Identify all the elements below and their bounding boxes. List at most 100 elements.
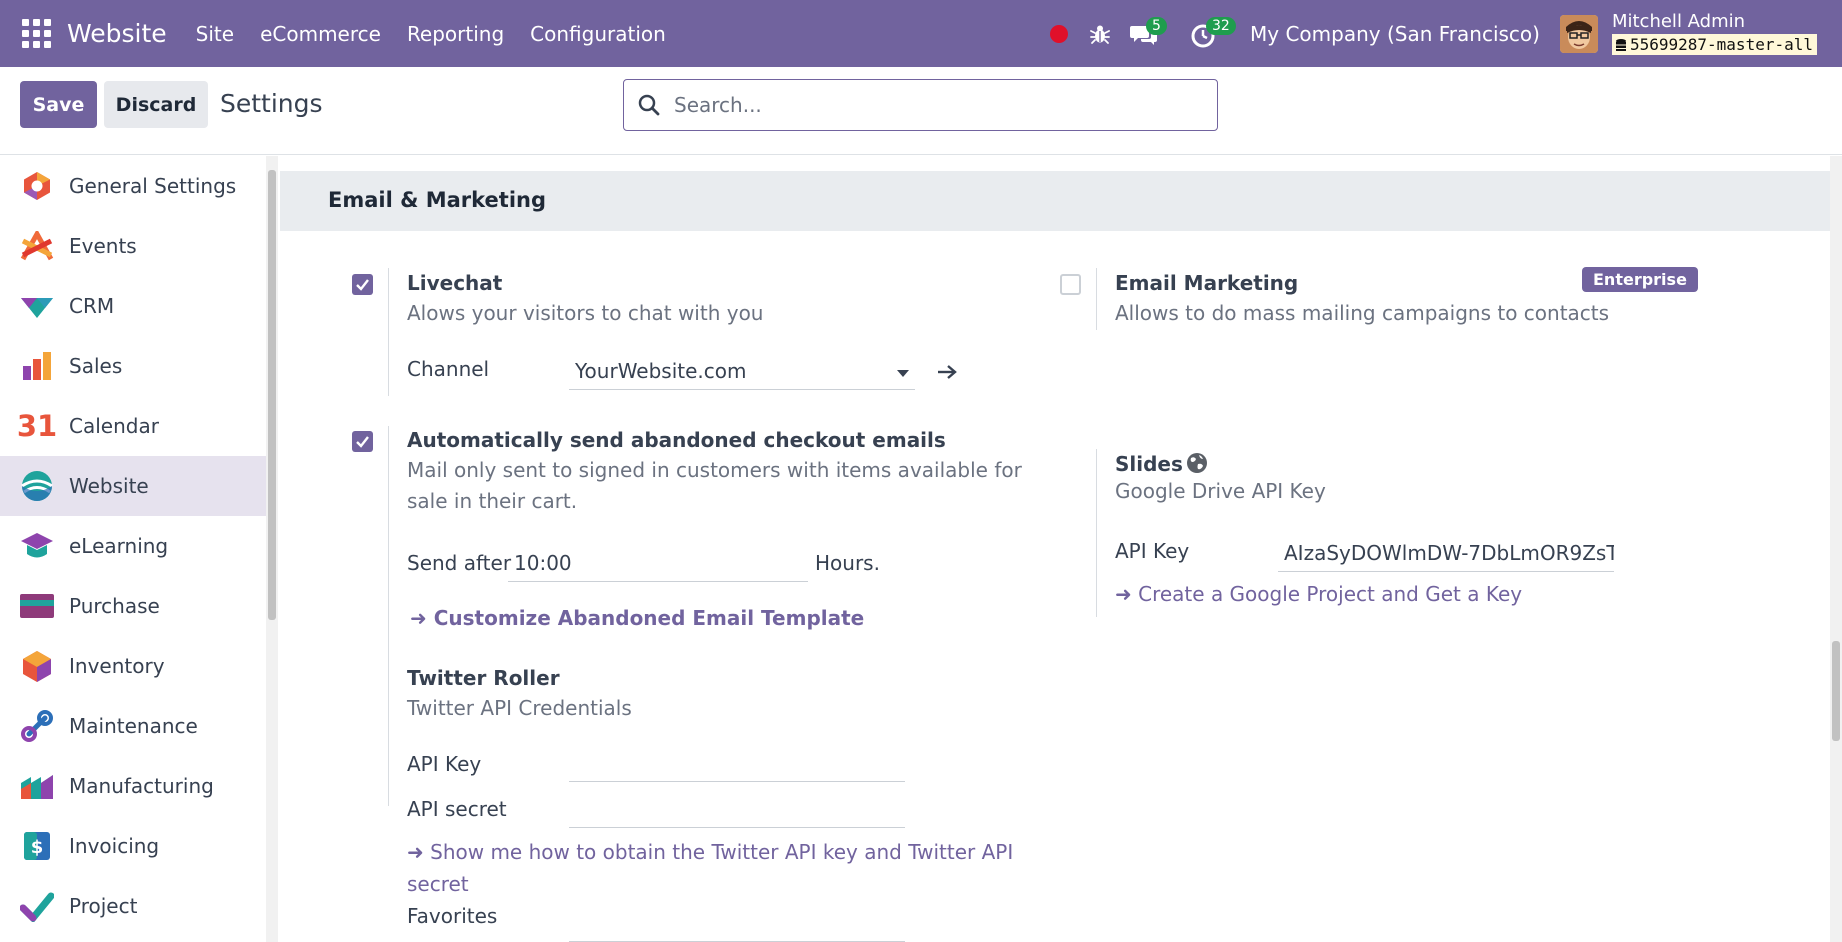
events-icon xyxy=(20,229,54,263)
setting-divider xyxy=(1096,268,1097,330)
twitter-api-secret-input[interactable] xyxy=(569,794,905,828)
sidebar-item-purchase[interactable]: Purchase xyxy=(0,576,266,636)
send-after-label: Send after xyxy=(407,551,512,575)
save-button[interactable]: Save xyxy=(20,81,97,128)
recording-indicator-icon[interactable] xyxy=(1050,24,1069,43)
twitter-api-key-input[interactable] xyxy=(569,748,905,782)
livechat-checkbox[interactable] xyxy=(352,274,373,295)
sidebar-item-invoicing[interactable]: $ Invoicing xyxy=(0,816,266,876)
menu-reporting[interactable]: Reporting xyxy=(407,22,504,46)
livechat-title: Livechat xyxy=(407,271,503,295)
top-navbar: Website Site eCommerce Reporting Configu… xyxy=(0,0,1842,67)
database-icon xyxy=(1615,38,1626,51)
sidebar-scrollbar-thumb[interactable] xyxy=(268,170,276,620)
abandoned-emails-description-1: Mail only sent to signed in customers wi… xyxy=(407,458,1022,482)
setting-divider xyxy=(1096,449,1097,617)
favorites-input[interactable] xyxy=(569,908,905,942)
arrow-right-icon: ➜ xyxy=(410,606,427,630)
twitter-roller-description: Twitter API Credentials xyxy=(407,696,632,720)
abandoned-emails-title: Automatically send abandoned checkout em… xyxy=(407,428,946,452)
livechat-description: Alows your visitors to chat with you xyxy=(407,301,764,325)
purchase-icon xyxy=(20,589,54,623)
twitter-help-link-continued[interactable]: secret xyxy=(407,868,469,900)
send-after-input[interactable]: 10:00 xyxy=(508,546,808,582)
abandoned-emails-checkbox[interactable] xyxy=(352,431,373,452)
discard-button[interactable]: Discard xyxy=(104,81,208,128)
sidebar-item-inventory[interactable]: Inventory xyxy=(0,636,266,696)
channel-label: Channel xyxy=(407,357,490,381)
sidebar-item-calendar[interactable]: 31 Calendar xyxy=(0,396,266,456)
inventory-icon xyxy=(20,649,54,683)
app-switcher-icon[interactable] xyxy=(21,19,51,49)
messages-button[interactable]: 5 xyxy=(1130,16,1167,49)
setting-divider xyxy=(388,426,389,806)
menu-ecommerce[interactable]: eCommerce xyxy=(260,22,381,46)
svg-text:$: $ xyxy=(31,837,44,858)
sidebar-item-manufacturing[interactable]: Manufacturing xyxy=(0,756,266,816)
twitter-help-link[interactable]: ➜ Show me how to obtain the Twitter API … xyxy=(407,836,1013,868)
section-title: Email & Marketing xyxy=(328,188,547,212)
invoicing-icon: $ xyxy=(20,829,54,863)
crm-icon xyxy=(20,289,54,323)
sidebar-item-events[interactable]: Events xyxy=(0,216,266,276)
settings-content: Email & Marketing Livechat Alows your vi… xyxy=(280,156,1830,942)
sidebar-item-maintenance[interactable]: Maintenance xyxy=(0,696,266,756)
content-scrollbar[interactable] xyxy=(1830,156,1842,942)
sidebar-scrollbar[interactable] xyxy=(266,156,278,942)
maintenance-icon xyxy=(20,709,54,743)
sidebar-item-project[interactable]: Project xyxy=(0,876,266,936)
twitter-api-key-label: API Key xyxy=(407,752,482,776)
abandoned-emails-description-2: sale in their cart. xyxy=(407,489,578,513)
manufacturing-icon xyxy=(20,769,54,803)
enterprise-badge[interactable]: Enterprise xyxy=(1582,267,1698,292)
website-icon xyxy=(20,469,54,503)
arrow-right-icon: ➜ xyxy=(1115,582,1132,606)
sidebar-item-crm[interactable]: CRM xyxy=(0,276,266,336)
checkmark-icon xyxy=(356,436,369,448)
debug-bug-icon[interactable] xyxy=(1088,22,1112,46)
sidebar-item-elearning[interactable]: eLearning xyxy=(0,516,266,576)
sidebar-item-sales[interactable]: Sales xyxy=(0,336,266,396)
search-box[interactable] xyxy=(623,79,1218,131)
messages-count-badge: 5 xyxy=(1146,16,1167,35)
twitter-api-secret-label: API secret xyxy=(407,797,507,821)
google-project-link[interactable]: ➜ Create a Google Project and Get a Key xyxy=(1115,578,1522,610)
email-marketing-checkbox[interactable] xyxy=(1060,274,1081,295)
globe-icon xyxy=(1187,453,1207,473)
setting-divider xyxy=(388,268,389,396)
hours-label: Hours. xyxy=(815,551,880,575)
customize-abandoned-template-link[interactable]: ➜ Customize Abandoned Email Template xyxy=(410,602,864,634)
slides-api-key-label: API Key xyxy=(1115,539,1190,563)
slides-title: Slides xyxy=(1115,452,1183,476)
settings-sidebar: General Settings Events CRM Sales 31 Cal… xyxy=(0,156,266,942)
user-menu[interactable]: Mitchell Admin 55699287-master-all xyxy=(1611,11,1817,55)
open-channel-arrow-icon[interactable] xyxy=(937,364,957,380)
activities-count-badge: 32 xyxy=(1206,16,1236,35)
database-name: 55699287-master-all xyxy=(1629,35,1813,54)
page-title: Settings xyxy=(220,89,323,118)
channel-select[interactable]: YourWebsite.com xyxy=(569,354,915,390)
menu-configuration[interactable]: Configuration xyxy=(530,22,666,46)
sidebar-item-website[interactable]: Website xyxy=(0,456,266,516)
twitter-roller-title: Twitter Roller xyxy=(407,666,560,690)
dropdown-caret-icon xyxy=(897,370,909,377)
slides-description: Google Drive API Key xyxy=(1115,479,1326,503)
project-icon xyxy=(20,889,54,923)
company-switcher[interactable]: My Company (San Francisco) xyxy=(1250,22,1540,46)
arrow-right-icon: ➜ xyxy=(407,840,424,864)
menu-site[interactable]: Site xyxy=(196,22,234,46)
content-scrollbar-thumb[interactable] xyxy=(1832,641,1840,741)
slides-api-key-input[interactable]: AIzaSyDOWlmDW-7DbLmOR9ZsT! xyxy=(1278,536,1614,572)
user-avatar[interactable] xyxy=(1559,14,1598,53)
general-settings-icon xyxy=(20,169,54,203)
search-input[interactable] xyxy=(674,93,1194,117)
app-brand[interactable]: Website xyxy=(67,19,167,48)
avatar-face-icon xyxy=(1559,14,1598,53)
section-header: Email & Marketing xyxy=(280,171,1830,231)
calendar-icon: 31 xyxy=(16,409,58,443)
user-name: Mitchell Admin xyxy=(1611,11,1746,32)
sidebar-item-general-settings[interactable]: General Settings xyxy=(0,156,266,216)
activities-button[interactable]: 32 xyxy=(1190,16,1236,49)
search-icon xyxy=(638,94,660,116)
control-panel: Save Discard Settings xyxy=(0,67,1842,155)
